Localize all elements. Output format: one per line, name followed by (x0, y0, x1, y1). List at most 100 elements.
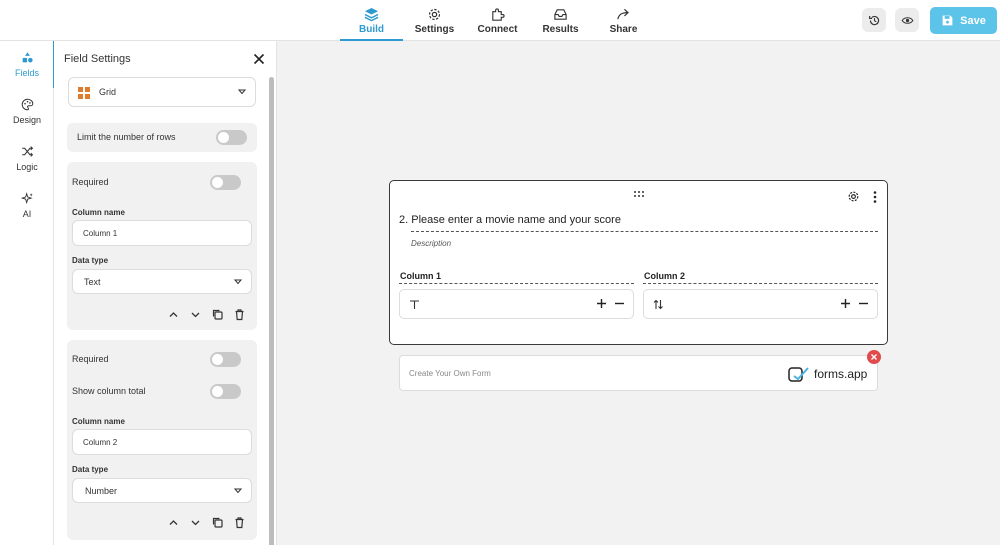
save-button-label: Save (960, 14, 986, 27)
drag-handle-icon[interactable] (633, 190, 645, 198)
move-down-icon[interactable] (189, 308, 202, 321)
field-type-value: Grid (99, 87, 117, 97)
panel-scrollbar[interactable] (269, 77, 274, 545)
column-2-card: Required Show column total Column name C… (67, 340, 257, 540)
eye-icon (901, 16, 913, 24)
plus-icon[interactable] (596, 298, 607, 309)
column-1-name-label: Column name (72, 208, 125, 217)
column-2-total-label: Show column total (72, 386, 146, 396)
promo-text: Create Your Own Form (409, 369, 491, 378)
sort-number-icon (653, 299, 663, 310)
more-vertical-icon[interactable] (870, 190, 880, 204)
trash-icon[interactable] (233, 516, 246, 529)
field-type-select[interactable]: Grid (68, 77, 256, 107)
column-2-type-select[interactable]: Number (72, 478, 252, 503)
promo-close-button[interactable] (867, 350, 881, 364)
top-bar: Build Settings Connect Results Share Sav… (0, 0, 1000, 41)
question-card[interactable]: 2. Please enter a movie name and your sc… (389, 180, 888, 345)
grid-icon (78, 87, 90, 99)
tab-share[interactable]: Share (592, 0, 655, 41)
history-button[interactable] (862, 8, 886, 32)
stack-icon (364, 7, 379, 21)
move-up-icon[interactable] (167, 308, 180, 321)
limit-rows-label: Limit the number of rows (77, 132, 176, 142)
rail-item-logic-label: Logic (16, 162, 38, 172)
preview-button[interactable] (895, 8, 919, 32)
rail-item-logic[interactable]: Logic (0, 135, 54, 182)
column-2-type-value: Number (85, 485, 118, 496)
duplicate-icon[interactable] (211, 516, 224, 529)
column-2-type-label: Data type (72, 465, 109, 474)
column-1-header[interactable]: Column 1 (400, 271, 441, 281)
rail-item-ai-label: AI (22, 209, 32, 219)
column-2-name-label: Column name (72, 417, 125, 426)
column-1-card: Required Column name Column 1 Data type … (67, 162, 257, 330)
title-underline (411, 231, 878, 232)
close-icon[interactable] (252, 52, 266, 66)
move-up-icon[interactable] (167, 516, 180, 529)
brand-logo: forms.app (788, 364, 867, 384)
panel-title: Field Settings (64, 53, 131, 65)
move-down-icon[interactable] (189, 516, 202, 529)
palette-icon (21, 98, 33, 111)
puzzle-icon (492, 7, 505, 21)
save-button[interactable]: Save (930, 7, 997, 34)
tab-connect-label: Connect (477, 23, 518, 35)
rail-item-ai[interactable]: AI (0, 182, 54, 229)
column-2-name-input[interactable]: Column 2 (72, 429, 252, 455)
column-1-required-toggle[interactable] (210, 175, 241, 190)
main-nav: Build Settings Connect Results Share (340, 0, 655, 41)
rail-item-fields[interactable]: Fields (0, 41, 55, 88)
text-type-icon (410, 300, 419, 309)
tab-build[interactable]: Build (340, 0, 403, 41)
field-settings-panel: Field Settings Grid Limit the number of … (54, 41, 277, 545)
limit-rows-toggle[interactable] (216, 130, 247, 145)
duplicate-icon[interactable] (211, 308, 224, 321)
trash-icon[interactable] (233, 308, 246, 321)
history-icon (868, 15, 879, 25)
column-2-field[interactable] (643, 289, 878, 319)
chevron-down-icon (234, 488, 242, 493)
column-1-field[interactable] (399, 289, 634, 319)
tab-share-label: Share (609, 23, 638, 35)
column-1-type-label: Data type (72, 256, 109, 265)
column-2-total-toggle[interactable] (210, 384, 241, 399)
tab-build-label: Build (359, 23, 384, 35)
shapes-icon (22, 52, 33, 63)
chevron-down-icon (238, 89, 246, 95)
tab-results[interactable]: Results (529, 0, 592, 41)
column-1-name-input[interactable]: Column 1 (72, 220, 252, 246)
tab-settings[interactable]: Settings (403, 0, 466, 41)
rail-item-design-label: Design (12, 115, 41, 125)
limit-rows-card: Limit the number of rows (67, 123, 257, 152)
rail-item-fields-label: Fields (14, 68, 39, 78)
column-1-underline (399, 283, 634, 284)
floppy-icon (942, 15, 953, 26)
question-settings-icon[interactable] (847, 190, 860, 203)
column-2-actions (167, 516, 246, 529)
shuffle-icon (21, 146, 33, 157)
column-2-underline (643, 283, 878, 284)
rail-item-design[interactable]: Design (0, 88, 54, 135)
promo-banner[interactable]: Create Your Own Form forms.app (399, 350, 881, 391)
chevron-down-icon (234, 279, 242, 284)
column-1-type-value: Text (84, 276, 101, 287)
column-1-required-label: Required (72, 177, 109, 187)
left-rail: Fields Design Logic AI (0, 41, 55, 545)
minus-icon[interactable] (858, 298, 869, 309)
column-2-required-label: Required (72, 354, 109, 364)
brand-name: forms.app (814, 367, 868, 381)
column-2-required-toggle[interactable] (210, 352, 241, 367)
share-arrow-icon (617, 8, 629, 19)
close-icon (871, 354, 877, 360)
forms-app-logo-icon (788, 367, 809, 382)
question-title[interactable]: 2. Please enter a movie name and your sc… (399, 214, 621, 226)
column-1-type-select[interactable]: Text (72, 269, 252, 294)
question-description[interactable]: Description (411, 239, 451, 248)
column-2-header[interactable]: Column 2 (644, 271, 685, 281)
plus-icon[interactable] (840, 298, 851, 309)
minus-icon[interactable] (614, 298, 625, 309)
tab-settings-label: Settings (414, 23, 455, 35)
tab-connect[interactable]: Connect (466, 0, 529, 41)
gear-icon (428, 8, 441, 20)
